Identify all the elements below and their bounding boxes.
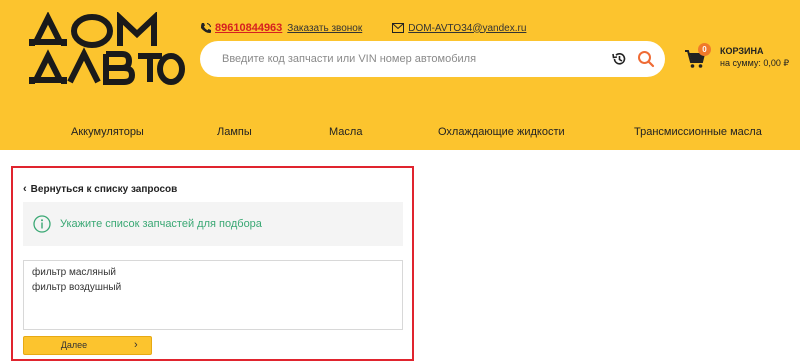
- info-icon: [33, 215, 51, 233]
- nav-item-transmission-oils[interactable]: Трансмиссионные масла: [634, 126, 762, 138]
- back-link-label: Вернуться к списку запросов: [30, 183, 178, 195]
- search-icon[interactable]: [637, 50, 655, 68]
- cart-count-badge: 0: [698, 43, 711, 56]
- next-button-label: Далее: [60, 340, 88, 350]
- nav-item-oils[interactable]: Масла: [329, 126, 362, 138]
- mail-icon: [392, 23, 405, 33]
- logo[interactable]: [26, 12, 186, 86]
- cart-sum: на сумму: 0,00 ₽: [720, 58, 790, 68]
- parts-request-panel: ‹ Вернуться к списку запросов Укажите сп…: [11, 166, 414, 361]
- search-box: [200, 41, 665, 77]
- category-nav: Аккумуляторы Лампы Масла Охлаждающие жид…: [0, 100, 800, 150]
- contacts-bar: 89610844963 Заказать звонок DOM-AVTO34@y…: [200, 22, 526, 34]
- info-message: Укажите список запчастей для подбора: [23, 202, 403, 246]
- callback-link[interactable]: Заказать звонок: [287, 23, 362, 34]
- next-button[interactable]: Далее ›: [23, 336, 152, 355]
- chevron-right-icon: ›: [134, 339, 138, 351]
- nav-item-coolants[interactable]: Охлаждающие жидкости: [438, 126, 565, 138]
- phone-link[interactable]: 89610844963: [215, 22, 282, 34]
- history-icon[interactable]: [611, 51, 627, 67]
- phone-icon: [201, 23, 211, 33]
- info-text: Укажите список запчастей для подбора: [60, 218, 262, 230]
- nav-item-lamps[interactable]: Лампы: [217, 126, 252, 138]
- search-input[interactable]: [200, 41, 600, 77]
- chevron-left-icon: ‹: [23, 183, 27, 195]
- back-to-requests-link[interactable]: ‹ Вернуться к списку запросов: [23, 183, 177, 195]
- email-link[interactable]: DOM-AVTO34@yandex.ru: [408, 23, 526, 34]
- parts-list-textarea[interactable]: фильтр масляный фильтр воздушный: [23, 260, 403, 330]
- cart-widget[interactable]: 0 КОРЗИНА на сумму: 0,00 ₽: [684, 43, 796, 76]
- cart-title: КОРЗИНА: [720, 46, 764, 56]
- nav-item-batteries[interactable]: Аккумуляторы: [71, 126, 144, 138]
